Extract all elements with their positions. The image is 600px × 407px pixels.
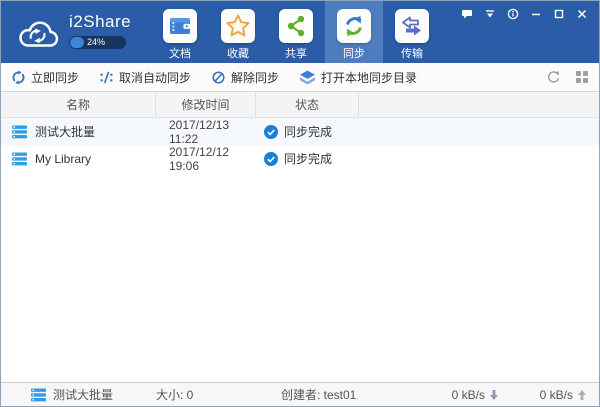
upload-speed-value: 0 kB/s xyxy=(540,388,573,402)
name-cell: My Library xyxy=(1,152,156,166)
app-logo: i2Share 24% xyxy=(15,12,131,52)
selected-item-info: 测试大批量 xyxy=(31,383,113,406)
sync-icon xyxy=(337,9,371,43)
column-header-modified[interactable]: 修改时间 xyxy=(156,92,256,117)
app-window: i2Share 24% xyxy=(0,0,600,407)
grid-view-icon[interactable] xyxy=(575,70,589,84)
library-icon xyxy=(12,125,27,139)
about-icon[interactable] xyxy=(506,7,520,21)
transfer-icon xyxy=(395,9,429,43)
download-arrow-icon xyxy=(489,389,499,401)
open-local-sync-dir-label: 打开本地同步目录 xyxy=(321,69,417,86)
tab-sync-label: 同步 xyxy=(343,45,365,61)
share-icon xyxy=(279,9,313,43)
maximize-icon[interactable] xyxy=(552,7,566,21)
check-circle-icon xyxy=(264,125,278,139)
progress-fill xyxy=(70,37,84,48)
sync-now-button[interactable]: 立即同步 xyxy=(11,69,79,86)
row-name: My Library xyxy=(35,152,91,166)
storage-progress-bar: 24% xyxy=(69,36,126,49)
cloud-sync-logo-icon xyxy=(15,14,61,52)
refresh-icon[interactable] xyxy=(546,70,561,85)
row-name: 测试大批量 xyxy=(35,123,95,140)
tab-favorites-label: 收藏 xyxy=(227,45,249,61)
tab-favorites[interactable]: 收藏 xyxy=(209,1,267,63)
close-icon[interactable] xyxy=(575,7,589,21)
cancel-auto-sync-button[interactable]: 取消自动同步 xyxy=(99,69,191,86)
documents-wallet-icon xyxy=(163,9,197,43)
sync-action-toolbar: 立即同步 取消自动同步 解除同步 打开本地同步目录 xyxy=(1,63,599,92)
name-cell: 测试大批量 xyxy=(1,123,156,140)
tab-documents-label: 文档 xyxy=(169,45,191,61)
status-cell: 同步完成 xyxy=(256,123,359,140)
selected-item-name: 测试大批量 xyxy=(53,386,113,403)
upload-speed: 0 kB/s xyxy=(540,383,587,406)
unsync-button[interactable]: 解除同步 xyxy=(211,69,279,86)
sync-now-icon xyxy=(11,70,26,85)
table-row[interactable]: My Library 2017/12/12 19:06 同步完成 xyxy=(1,145,599,172)
tab-transfer-label: 传输 xyxy=(401,45,423,61)
item-creator: 创建者: test01 xyxy=(281,383,356,406)
tab-share[interactable]: 共享 xyxy=(267,1,325,63)
title-bar: i2Share 24% xyxy=(1,1,599,63)
main-nav-tabs: 文档 收藏 xyxy=(151,1,441,63)
column-header-empty xyxy=(359,92,599,117)
row-status: 同步完成 xyxy=(284,123,332,140)
status-bar: 测试大批量 大小: 0 创建者: test01 0 kB/s 0 kB/s xyxy=(1,382,599,406)
unsync-icon xyxy=(211,70,226,85)
tab-sync[interactable]: 同步 xyxy=(325,1,383,63)
message-icon[interactable] xyxy=(460,7,474,21)
cancel-auto-sync-label: 取消自动同步 xyxy=(119,69,191,86)
library-icon xyxy=(31,388,46,402)
file-list-empty-area xyxy=(1,172,599,382)
modified-cell: 2017/12/12 19:06 xyxy=(156,145,256,173)
tab-share-label: 共享 xyxy=(285,45,307,61)
progress-percent: 24% xyxy=(87,37,105,47)
unsync-label: 解除同步 xyxy=(231,69,279,86)
check-circle-icon xyxy=(264,152,278,166)
minimize-icon[interactable] xyxy=(529,7,543,21)
table-header: 名称 修改时间 状态 xyxy=(1,92,599,118)
open-local-sync-dir-button[interactable]: 打开本地同步目录 xyxy=(299,69,417,86)
skin-dropdown-icon[interactable] xyxy=(483,7,497,21)
status-cell: 同步完成 xyxy=(256,150,359,167)
star-icon xyxy=(221,9,255,43)
tab-documents[interactable]: 文档 xyxy=(151,1,209,63)
download-speed-value: 0 kB/s xyxy=(452,388,485,402)
library-icon xyxy=(12,152,27,166)
sync-now-label: 立即同步 xyxy=(31,69,79,86)
window-controls xyxy=(460,7,589,21)
column-header-name[interactable]: 名称 xyxy=(1,92,156,117)
tab-transfer[interactable]: 传输 xyxy=(383,1,441,63)
download-speed: 0 kB/s xyxy=(452,383,499,406)
column-header-status[interactable]: 状态 xyxy=(256,92,359,117)
open-local-sync-dir-icon xyxy=(299,70,316,85)
upload-arrow-icon xyxy=(577,389,587,401)
table-row[interactable]: 测试大批量 2017/12/13 11:22 同步完成 xyxy=(1,118,599,145)
item-size: 大小: 0 xyxy=(156,383,193,406)
row-status: 同步完成 xyxy=(284,150,332,167)
app-title: i2Share xyxy=(69,12,131,32)
modified-cell: 2017/12/13 11:22 xyxy=(156,118,256,146)
cancel-auto-sync-icon xyxy=(99,70,114,85)
